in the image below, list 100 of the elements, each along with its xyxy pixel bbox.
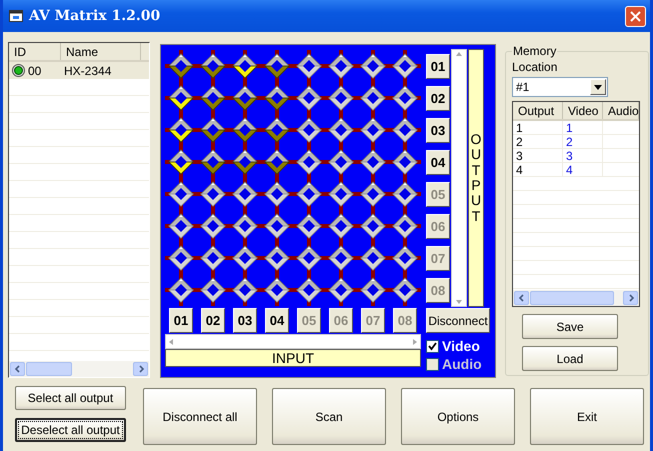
- crosspoint-icon[interactable]: [168, 85, 194, 111]
- crosspoint-icon[interactable]: [360, 181, 386, 207]
- crosspoint-icon[interactable]: [328, 181, 354, 207]
- crosspoint-icon[interactable]: [232, 85, 258, 111]
- crosspoint-icon[interactable]: [392, 53, 418, 79]
- deselect-all-button[interactable]: Deselect all output: [15, 418, 126, 442]
- crosspoint-icon[interactable]: [264, 181, 290, 207]
- crosspoint-icon[interactable]: [296, 277, 322, 303]
- crosspoint-icon[interactable]: [328, 117, 354, 143]
- output-button[interactable]: 04: [426, 150, 450, 174]
- close-icon: [630, 10, 641, 22]
- crosspoint-icon[interactable]: [296, 117, 322, 143]
- crosspoint-icon[interactable]: [328, 277, 354, 303]
- scroll-button[interactable]: [10, 362, 25, 376]
- horizontal-scrollbar[interactable]: [513, 290, 639, 306]
- crosspoint-icon[interactable]: [168, 53, 194, 79]
- crosspoint-icon[interactable]: [328, 149, 354, 175]
- crosspoint-icon[interactable]: [296, 149, 322, 175]
- crosspoint-icon[interactable]: [200, 181, 226, 207]
- crosspoint-icon[interactable]: [328, 245, 354, 271]
- crosspoint-icon[interactable]: [168, 277, 194, 303]
- input-button[interactable]: 03: [233, 308, 257, 333]
- crosspoint-icon[interactable]: [296, 245, 322, 271]
- crosspoint-icon[interactable]: [328, 53, 354, 79]
- crosspoint-icon[interactable]: [360, 213, 386, 239]
- crosspoint-icon[interactable]: [168, 213, 194, 239]
- table-cell: 2: [513, 135, 563, 149]
- crosspoint-icon[interactable]: [264, 149, 290, 175]
- location-dropdown[interactable]: #1: [512, 77, 608, 97]
- crosspoint-icon[interactable]: [232, 277, 258, 303]
- crosspoint-icon[interactable]: [232, 181, 258, 207]
- crosspoint-icon[interactable]: [232, 117, 258, 143]
- crosspoint-icon[interactable]: [296, 53, 322, 79]
- crosspoint-icon[interactable]: [392, 245, 418, 271]
- output-button[interactable]: 01: [426, 54, 450, 78]
- crosspoint-icon[interactable]: [200, 149, 226, 175]
- crosspoint-icon[interactable]: [392, 181, 418, 207]
- crosspoint-icon[interactable]: [200, 277, 226, 303]
- crosspoint-icon[interactable]: [360, 245, 386, 271]
- caret-icon: [594, 84, 602, 90]
- crosspoint-icon[interactable]: [264, 277, 290, 303]
- crosspoint-icon[interactable]: [232, 149, 258, 175]
- close-button[interactable]: [625, 6, 646, 26]
- output-button[interactable]: 03: [426, 118, 450, 142]
- crosspoint-icon[interactable]: [200, 245, 226, 271]
- crosspoint-icon[interactable]: [232, 245, 258, 271]
- crosspoint-icon[interactable]: [360, 53, 386, 79]
- chevron-icon: [14, 365, 22, 373]
- crosspoint-icon[interactable]: [168, 117, 194, 143]
- crosspoint-icon[interactable]: [392, 117, 418, 143]
- device-row[interactable]: 00 HX-2344: [9, 62, 149, 79]
- crosspoint-icon[interactable]: [392, 85, 418, 111]
- scroll-thumb[interactable]: [26, 362, 72, 376]
- crosspoint-icon[interactable]: [232, 213, 258, 239]
- crosspoint-icon[interactable]: [360, 85, 386, 111]
- action-button[interactable]: Options: [401, 388, 515, 445]
- save-button[interactable]: Save: [522, 314, 618, 339]
- crosspoint-icon[interactable]: [264, 117, 290, 143]
- crosspoint-icon[interactable]: [200, 213, 226, 239]
- scroll-thumb[interactable]: [530, 291, 614, 305]
- dropdown-button[interactable]: [590, 79, 606, 95]
- horizontal-scrollbar[interactable]: [9, 361, 149, 377]
- crosspoint-icon[interactable]: [200, 85, 226, 111]
- crosspoint-icon[interactable]: [392, 277, 418, 303]
- input-button[interactable]: 04: [265, 308, 289, 333]
- scroll-button[interactable]: [133, 362, 148, 376]
- scroll-button[interactable]: [623, 291, 638, 305]
- action-button[interactable]: Disconnect all: [143, 388, 257, 445]
- crosspoint-icon[interactable]: [360, 277, 386, 303]
- crosspoint-icon[interactable]: [264, 245, 290, 271]
- action-button[interactable]: Scan: [272, 388, 386, 445]
- crosspoint-icon[interactable]: [392, 149, 418, 175]
- output-button[interactable]: 02: [426, 86, 450, 110]
- crosspoint-icon[interactable]: [264, 213, 290, 239]
- crosspoint-icon[interactable]: [200, 53, 226, 79]
- crosspoint-icon[interactable]: [168, 245, 194, 271]
- disconnect-button[interactable]: Disconnect: [426, 308, 490, 333]
- window-title: AV Matrix 1.2.00: [29, 8, 162, 24]
- crosspoint-icon[interactable]: [360, 117, 386, 143]
- crosspoint-icon[interactable]: [296, 213, 322, 239]
- crosspoint-icon[interactable]: [264, 85, 290, 111]
- crosspoint-icon[interactable]: [232, 53, 258, 79]
- crosspoint-icon[interactable]: [328, 85, 354, 111]
- output-label: OUTPUT: [468, 49, 484, 307]
- crosspoint-icon[interactable]: [200, 117, 226, 143]
- action-button[interactable]: Exit: [530, 388, 644, 445]
- load-button[interactable]: Load: [522, 346, 618, 371]
- crosspoint-icon[interactable]: [264, 53, 290, 79]
- checkbox[interactable]: [426, 340, 439, 352]
- select-all-button[interactable]: Select all output: [15, 386, 126, 410]
- crosspoint-icon[interactable]: [168, 181, 194, 207]
- crosspoint-icon[interactable]: [296, 181, 322, 207]
- input-button[interactable]: 02: [201, 308, 225, 333]
- crosspoint-icon[interactable]: [296, 85, 322, 111]
- scroll-button[interactable]: [514, 291, 529, 305]
- input-button[interactable]: 01: [169, 308, 193, 333]
- crosspoint-icon[interactable]: [328, 213, 354, 239]
- crosspoint-icon[interactable]: [392, 213, 418, 239]
- crosspoint-icon[interactable]: [360, 149, 386, 175]
- crosspoint-icon[interactable]: [168, 149, 194, 175]
